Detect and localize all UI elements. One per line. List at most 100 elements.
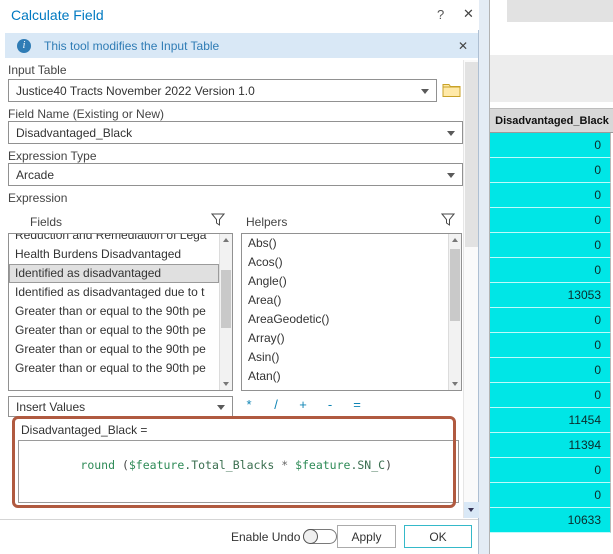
code-token: ( <box>121 458 129 472</box>
chevron-down-icon <box>447 173 455 178</box>
expression-type-select[interactable]: Arcade <box>8 163 463 186</box>
window-gap <box>479 0 489 554</box>
input-table-value: Justice40 Tracts November 2022 Version 1… <box>16 83 255 98</box>
table-cell[interactable]: 11454 <box>490 408 611 433</box>
field-name-select[interactable]: Disadvantaged_Black <box>8 121 463 144</box>
table-cell[interactable]: 0 <box>490 483 611 508</box>
expression-assignment-label: Disadvantaged_Black = <box>21 423 148 437</box>
helper-list-item[interactable]: Area() <box>242 291 448 310</box>
expression-code-line: round ($feature.Total_Blacks * $feature.… <box>19 441 458 489</box>
dialog-scrollbar[interactable] <box>463 60 479 518</box>
expression-code-editor[interactable]: round ($feature.Total_Blacks * $feature.… <box>18 440 459 503</box>
fields-listbox: Reduction and Remediation of Lega Health … <box>8 233 233 391</box>
table-toolbar-fragment <box>507 0 613 22</box>
help-icon[interactable]: ? <box>437 7 444 22</box>
operator-buttons: * / + - = <box>243 397 363 412</box>
table-cell[interactable]: 0 <box>490 333 611 358</box>
table-cell[interactable]: 0 <box>490 208 611 233</box>
operator-button[interactable]: + <box>297 397 309 412</box>
table-cell[interactable]: 13053 <box>490 283 611 308</box>
info-icon: i <box>17 38 31 53</box>
code-token: $feature <box>295 458 351 472</box>
column-header-disadvantaged-black[interactable]: Disadvantaged_Black <box>490 108 613 133</box>
toggle-knob <box>303 529 318 544</box>
table-cell[interactable]: 0 <box>490 158 611 183</box>
operator-button[interactable]: = <box>351 397 363 412</box>
code-token: .Total_Blacks <box>184 458 275 472</box>
field-list-item[interactable]: Health Burdens Disadvantaged <box>9 245 219 264</box>
table-cell[interactable]: 10633 <box>490 508 611 533</box>
helpers-list: Abs() Acos() Angle() Area() AreaGeodetic() Ar… <box>242 234 448 390</box>
scroll-down-icon[interactable] <box>452 382 458 386</box>
table-cell[interactable]: 11394 <box>490 433 611 458</box>
helpers-panel-label: Helpers <box>246 215 288 229</box>
operator-button[interactable]: / <box>270 397 282 412</box>
input-table-select[interactable]: Justice40 Tracts November 2022 Version 1… <box>8 79 437 102</box>
helper-list-item[interactable]: Asin() <box>242 348 448 367</box>
helpers-filter-funnel-icon[interactable] <box>440 213 456 229</box>
table-cell[interactable]: 0 <box>490 183 611 208</box>
helper-list-item[interactable]: Angle() <box>242 272 448 291</box>
field-list-item[interactable]: Greater than or equal to the 90th pe <box>9 302 219 321</box>
expression-type-value: Arcade <box>16 167 55 182</box>
dialog-title: Calculate Field <box>11 7 104 23</box>
banner-close-icon[interactable]: ✕ <box>458 39 468 53</box>
calculate-field-dialog: Calculate Field ? ✕ i This tool modifies… <box>0 0 479 554</box>
helpers-scrollbar[interactable] <box>448 234 461 390</box>
code-token: round <box>80 458 122 472</box>
fields-scrollbar-thumb[interactable] <box>221 270 231 328</box>
field-name-label: Field Name (Existing or New) <box>8 107 165 121</box>
table-cell[interactable]: 0 <box>490 233 611 258</box>
enable-undo-toggle[interactable] <box>303 529 337 544</box>
table-cell[interactable]: 0 <box>490 133 611 158</box>
field-list-item[interactable]: Identified as disadvantaged due to t <box>9 283 219 302</box>
field-list-item[interactable]: Identified as disadvantaged <box>9 264 219 283</box>
chevron-down-icon <box>447 131 455 136</box>
operator-button[interactable]: * <box>243 397 255 412</box>
code-token: .SN_C <box>350 458 386 472</box>
field-list-item[interactable]: Reduction and Remediation of Lega <box>9 234 219 245</box>
helper-list-item[interactable]: AreaGeodetic() <box>242 310 448 329</box>
fields-list: Reduction and Remediation of Lega Health … <box>9 234 219 390</box>
fields-scrollbar[interactable] <box>219 234 232 390</box>
field-list-item[interactable]: Greater than or equal to the 90th pe <box>9 359 219 378</box>
scroll-up-icon[interactable] <box>223 238 229 242</box>
code-token: * <box>274 458 296 472</box>
attribute-table-panel: Disadvantaged_Black 0 0 0 0 0 0 13053 0 0 0 0 11454… <box>489 0 613 554</box>
dialog-titlebar: Calculate Field ? ✕ <box>0 0 479 30</box>
code-token: ) <box>385 458 393 472</box>
fields-filter-funnel-icon[interactable] <box>210 213 226 229</box>
insert-values-dropdown[interactable]: Insert Values <box>8 396 233 417</box>
screenshot-root: m Calculate Field ? ✕ i This tool modifi… <box>0 0 613 554</box>
close-icon[interactable]: ✕ <box>463 6 474 22</box>
table-cell[interactable]: 0 <box>490 458 611 483</box>
field-name-value: Disadvantaged_Black <box>16 125 133 140</box>
input-table-label: Input Table <box>8 63 67 77</box>
code-token: $feature <box>128 458 185 472</box>
operator-button[interactable]: - <box>324 397 336 412</box>
field-list-item[interactable]: Greater than or equal to the 90th pe <box>9 321 219 340</box>
browse-folder-icon[interactable] <box>442 82 461 100</box>
ok-button[interactable]: OK <box>404 525 472 548</box>
expression-type-label: Expression Type <box>8 149 97 163</box>
helpers-scrollbar-thumb[interactable] <box>450 249 460 321</box>
scroll-up-icon[interactable] <box>452 238 458 242</box>
helper-list-item[interactable]: Atan() <box>242 367 448 386</box>
helper-list-item[interactable]: Array() <box>242 329 448 348</box>
helper-list-item[interactable]: Acos() <box>242 253 448 272</box>
table-cell[interactable]: 0 <box>490 258 611 283</box>
dialog-scrollbar-thumb[interactable] <box>465 62 478 247</box>
table-cell[interactable]: 0 <box>490 383 611 408</box>
scroll-down-icon[interactable] <box>223 382 229 386</box>
enable-undo-label: Enable Undo <box>231 530 301 544</box>
insert-values-label: Insert Values <box>16 399 86 414</box>
fields-panel-label: Fields <box>30 215 63 229</box>
helper-list-item[interactable]: Abs() <box>242 234 448 253</box>
table-cell[interactable]: 0 <box>490 358 611 383</box>
footer-divider <box>0 519 478 520</box>
table-cell[interactable]: 0 <box>490 308 611 333</box>
dialog-scroll-down-button[interactable] <box>464 502 479 518</box>
apply-button[interactable]: Apply <box>337 525 396 548</box>
field-list-item[interactable]: Greater than or equal to the 90th pe <box>9 340 219 359</box>
banner-text: This tool modifies the Input Table <box>44 38 220 53</box>
